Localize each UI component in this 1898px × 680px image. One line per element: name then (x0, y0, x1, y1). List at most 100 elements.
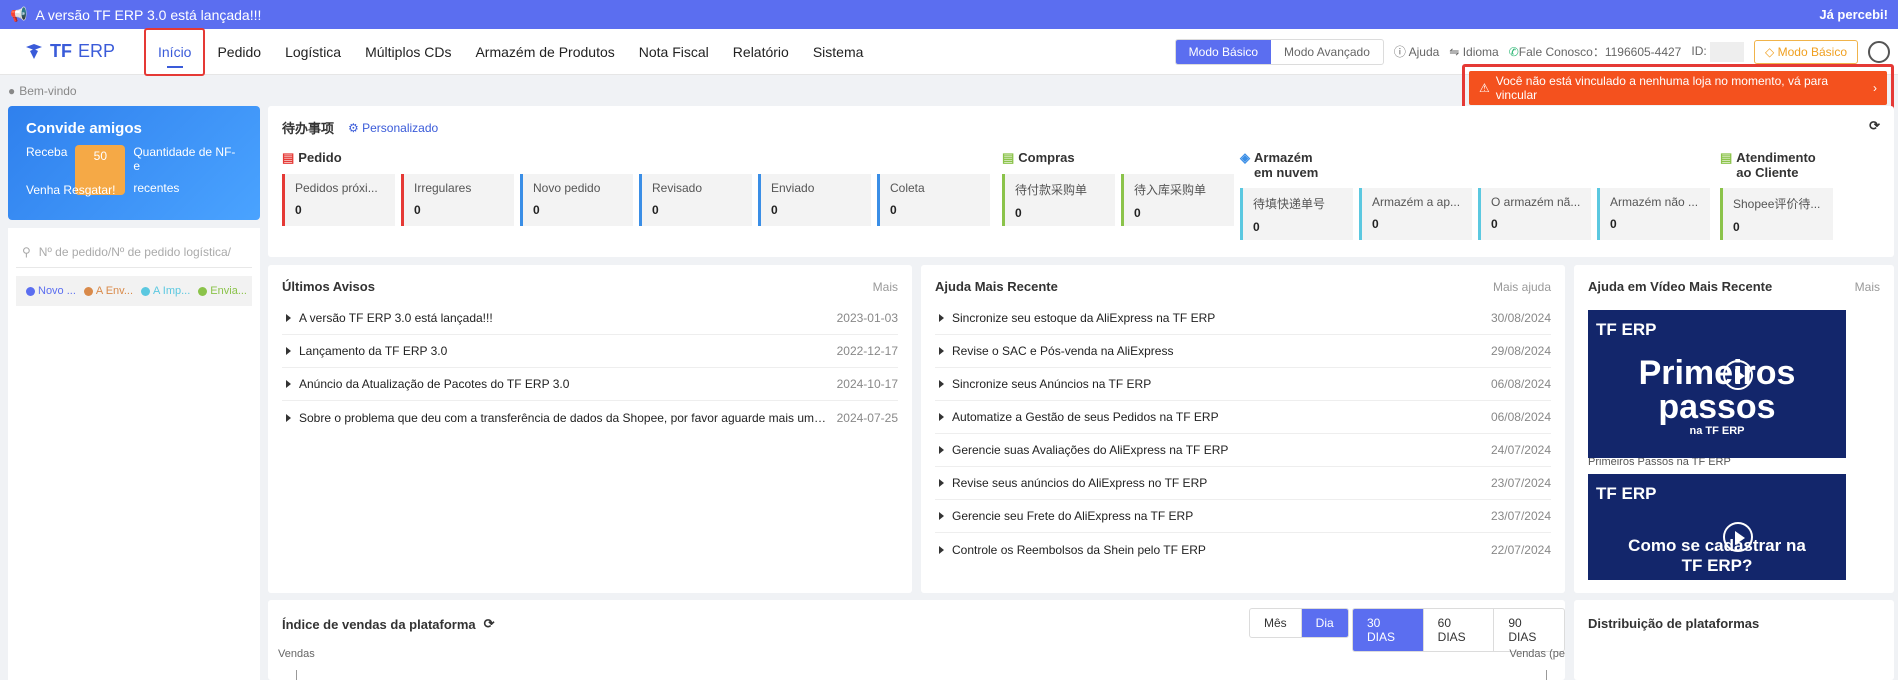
invite-receive: Receba (26, 145, 68, 159)
help-title: Ajuda Mais Recente (935, 279, 1058, 294)
main-menu: Início Pedido Logística Múltiplos CDs Ar… (144, 27, 876, 76)
list-item[interactable]: Sobre o problema que deu com a transferê… (282, 401, 898, 434)
search-icon: ⚲ (22, 244, 31, 259)
menu-nota-fiscal[interactable]: Nota Fiscal (627, 29, 721, 75)
group-compras: ▤ Compras (1002, 150, 1075, 166)
menu-inicio[interactable]: Início (144, 27, 206, 76)
menu-pedido[interactable]: Pedido (205, 29, 273, 75)
group-atendimento: ▤ Atendimento ao Cliente (1720, 150, 1816, 180)
menu-sistema[interactable]: Sistema (801, 29, 876, 75)
refresh-icon[interactable]: ⟳ (1869, 118, 1880, 134)
video-thumbnail-primeiros-passos[interactable]: TF ERP Primeiros passos na TF ERP (1588, 310, 1846, 458)
tile-coleta[interactable]: Coleta 0 (877, 174, 990, 226)
platform-distribution-card: Distribuição de plataformas (1574, 600, 1894, 680)
video-card: Ajuda em Vídeo Mais Recente Mais TF ERP P… (1574, 265, 1894, 593)
video-brand: TF ERP (1596, 484, 1657, 503)
menu-relatorio[interactable]: Relatório (721, 29, 801, 75)
cart-icon: ▤ (1002, 150, 1015, 165)
notices-more-link[interactable]: Mais (873, 280, 898, 294)
help-link[interactable]: ⓘ Ajuda (1394, 43, 1439, 60)
swap-icon: ⇋ (1449, 44, 1460, 59)
period-month[interactable]: Mês (1250, 609, 1302, 637)
logo[interactable]: TF ERP (24, 41, 124, 62)
list-item[interactable]: Controle os Reembolsos da Shein pelo TF … (935, 533, 1551, 566)
list-item[interactable]: Automatize a Gestão de seus Pedidos na T… (935, 401, 1551, 434)
no-store-warning[interactable]: ⚠ Você não está vinculado a nenhuma loja… (1469, 71, 1887, 105)
warning-text: Você não está vinculado a nenhuma loja n… (1495, 74, 1828, 102)
period-day[interactable]: Dia (1301, 609, 1348, 637)
tile-compras-pagar[interactable]: 待付款采购单 0 (1002, 174, 1115, 226)
tile-compras-entrada[interactable]: 待入库采购单 0 (1121, 174, 1234, 226)
language-label: Idioma (1462, 44, 1499, 59)
video-line1: Primeiros (1638, 354, 1796, 392)
list-item[interactable]: Revise seus anúncios do AliExpress no TF… (935, 467, 1551, 500)
video-line2: TF ERP? (1681, 556, 1753, 575)
period-toggle: Mês Dia (1249, 608, 1349, 638)
todo-card: 待办事项 ⚙ Personalizado ⟳ ▤ Pedido Pedidos p… (268, 106, 1894, 257)
sales-title: Índice de vendas da plataforma (282, 616, 476, 632)
legend-item[interactable]: A Imp... (141, 285, 190, 297)
list-item[interactable]: Anúncio da Atualização de Pacotes do TF … (282, 368, 898, 401)
list-item[interactable]: Lançamento da TF ERP 3.0 2022-12-17 (282, 335, 898, 368)
tile-armazem-3[interactable]: O armazém nã... 0 (1478, 188, 1591, 240)
mode-advanced-button[interactable]: Modo Avançado (1271, 40, 1383, 64)
customize-link[interactable]: ⚙ Personalizado (348, 121, 438, 135)
tile-irregulares[interactable]: Irregulares 0 (401, 174, 514, 226)
tile-armazem-4[interactable]: Armazém não ... 0 (1597, 188, 1710, 240)
list-item[interactable]: Gerencie suas Avaliações do AliExpress n… (935, 434, 1551, 467)
contact-link[interactable]: ✆Fale Conosco：1196605-4427 (1509, 43, 1682, 60)
tile-novo-pedido[interactable]: Novo pedido 0 (520, 174, 633, 226)
range-30[interactable]: 30 DIAS (1353, 609, 1424, 651)
language-link[interactable]: ⇋ Idioma (1449, 45, 1498, 59)
dismiss-banner-link[interactable]: Já percebi! (1819, 7, 1888, 22)
distribution-title: Distribuição de plataformas (1588, 616, 1760, 631)
todo-title: 待办事项 (282, 121, 335, 136)
mode-basic-button[interactable]: Modo Básico (1175, 39, 1272, 64)
help-more-link[interactable]: Mais ajuda (1493, 280, 1551, 294)
id-value (1710, 41, 1745, 62)
list-item[interactable]: Gerencie seu Frete do AliExpress na TF E… (935, 500, 1551, 533)
whatsapp-icon: ✆ (1508, 45, 1519, 59)
list-item[interactable]: Sincronize seu estoque da AliExpress na … (935, 302, 1551, 335)
cube-icon: ◈ (1240, 150, 1250, 165)
list-item[interactable]: Sincronize seus Anúncios na TF ERP 06/08/… (935, 368, 1551, 401)
chevron-right-icon: › (1873, 81, 1877, 95)
video-title: Ajuda em Vídeo Mais Recente (1588, 279, 1773, 294)
gear-icon: ⚙ (348, 120, 359, 135)
menu-logistica[interactable]: Logística (273, 29, 353, 75)
user-id: ID: (1691, 41, 1745, 62)
status-legend: Novo ... A Env... A Imp... Envia... (16, 276, 252, 306)
play-icon[interactable] (1723, 522, 1753, 552)
tile-pedidos-proximos[interactable]: Pedidos próxi... 0 (282, 174, 395, 226)
legend-item[interactable]: Novo ... (26, 285, 76, 297)
tile-armazem-1[interactable]: 待填快递单号 0 (1240, 188, 1353, 240)
search-placeholder: Nº de pedido/Nº de pedido logística/ (38, 244, 232, 259)
refresh-icon[interactable]: ⟳ (484, 616, 495, 632)
megaphone-icon: 📢 (10, 6, 28, 22)
menu-multiplos-cds[interactable]: Múltiplos CDs (353, 29, 463, 75)
range-60[interactable]: 60 DIAS (1424, 609, 1495, 651)
legend-item[interactable]: Envia... (198, 285, 247, 297)
range-90[interactable]: 90 DIAS (1494, 609, 1564, 651)
avatar[interactable] (1868, 40, 1890, 63)
menu-armazem-produtos[interactable]: Armazém de Produtos (463, 29, 626, 75)
tile-enviado[interactable]: Enviado 0 (758, 174, 871, 226)
tile-shopee-avaliacao[interactable]: Shopee评价待... 0 (1720, 188, 1833, 240)
order-search-panel: ⚲ Nº de pedido/Nº de pedido logística/ N… (8, 228, 260, 680)
video-more-link[interactable]: Mais (1855, 280, 1880, 294)
info-icon: ● (8, 84, 16, 98)
tile-armazem-2[interactable]: Armazém a ap... 0 (1359, 188, 1472, 240)
list-item[interactable]: Revise o SAC e Pós-venda na AliExpress 29… (935, 335, 1551, 368)
banner-message[interactable]: A versão TF ERP 3.0 está lançada!!! (35, 7, 261, 23)
invite-friends-card[interactable]: Convide amigos Receba 50 Quantidade de N… (8, 106, 260, 220)
video-thumbnail-cadastrar[interactable]: TF ERP Como se cadastrar na TF ERP? (1588, 474, 1846, 580)
play-icon[interactable] (1723, 360, 1753, 390)
tile-revisado[interactable]: Revisado 0 (639, 174, 752, 226)
group-title-2: ao Cliente (1736, 165, 1799, 180)
range-toggle: 30 DIAS 60 DIAS 90 DIAS (1352, 608, 1565, 652)
plan-button[interactable]: ◇ Modo Básico (1754, 39, 1858, 64)
legend-item[interactable]: A Env... (83, 285, 133, 297)
order-search-input[interactable]: ⚲ Nº de pedido/Nº de pedido logística/ (16, 236, 252, 268)
list-item[interactable]: A versão TF ERP 3.0 está lançada!!! 2023-… (282, 302, 898, 335)
help-card: Ajuda Mais Recente Mais ajuda Sincronize … (921, 265, 1565, 593)
